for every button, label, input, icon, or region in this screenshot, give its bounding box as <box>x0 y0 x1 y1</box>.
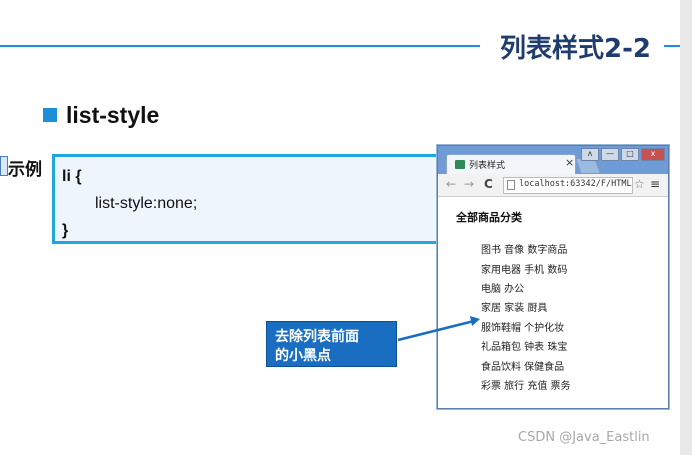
callout-arrow-icon <box>397 316 480 342</box>
slide: 列表样式2-2 list-style 示例 li { list-style:no… <box>0 0 680 455</box>
watermark: CSDN @Java_Eastlin <box>518 430 650 445</box>
page-edge <box>680 0 692 455</box>
